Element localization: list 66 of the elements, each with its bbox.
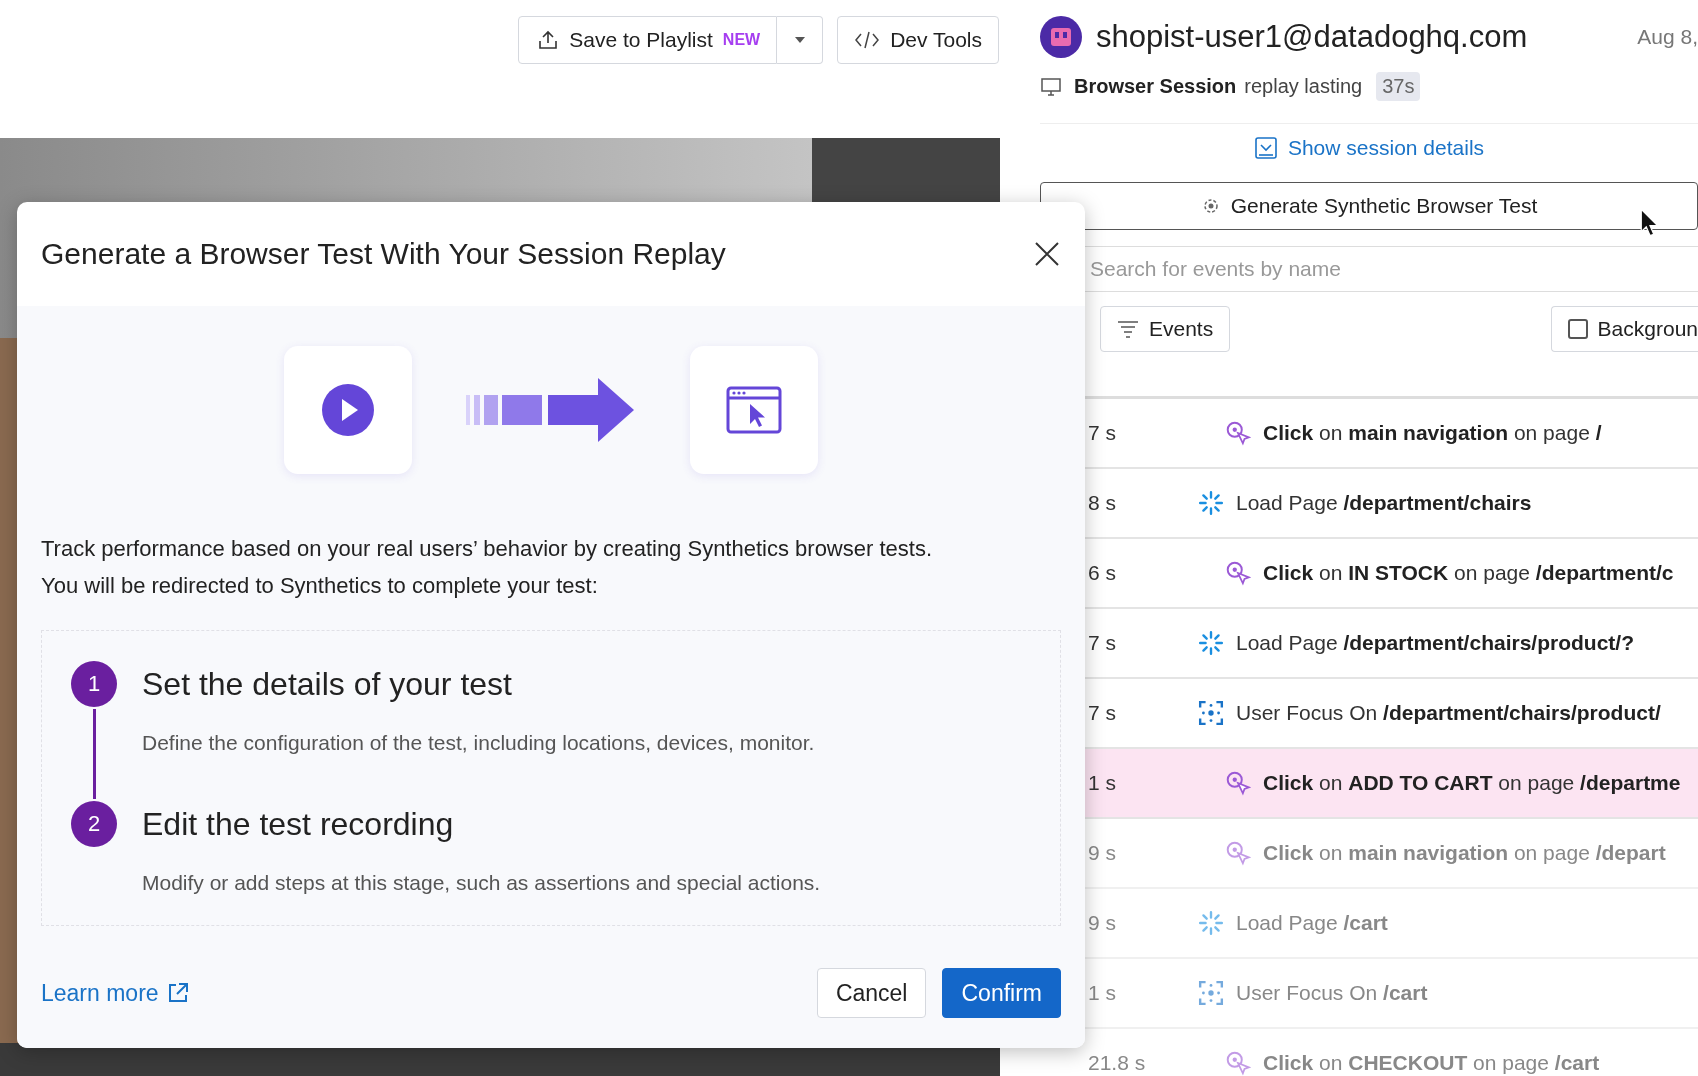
event-time: 8 s [1088, 491, 1117, 515]
click-cursor-icon [1225, 560, 1251, 586]
monitor-icon [1040, 75, 1062, 98]
dialog-title: Generate a Browser Test With Your Session Replay [41, 237, 726, 271]
event-text: User Focus On /cart [1236, 981, 1428, 1005]
avatar-icon [1040, 16, 1082, 58]
event-time: 21.8 s [1088, 1051, 1147, 1075]
new-label: NEW [722, 31, 761, 49]
background-toggle[interactable]: Backgroun [1550, 306, 1698, 352]
click-cursor-icon [1225, 770, 1251, 796]
generate-test-button[interactable]: Generate Synthetic Browser Test [1040, 182, 1698, 230]
step-number: 2 [71, 801, 117, 847]
learn-more-link[interactable]: Learn more [41, 979, 189, 1007]
event-time: 1 s [1088, 771, 1117, 795]
loading-icon [1198, 490, 1224, 516]
dialog-description: Track performance based on your real users’ behavior by creating Synthetics browser tests. You will be redirected to Synthetics to complete your test: [41, 535, 933, 600]
expand-icon [1253, 136, 1278, 160]
click-cursor-icon [1225, 1050, 1251, 1076]
event-text: Click on IN STOCK on page /department/c [1263, 561, 1674, 585]
event-time: 7 s [1088, 631, 1117, 655]
click-cursor-icon [1225, 840, 1251, 866]
save-to-playlist-button[interactable]: Save to Playlist NEW [518, 16, 778, 64]
external-link-icon [166, 982, 189, 1004]
event-time: 7 s [1088, 701, 1117, 725]
confirm-button[interactable]: Confirm [942, 968, 1061, 1018]
browser-window-icon [726, 386, 782, 434]
session-type: Browser Session [1074, 75, 1237, 98]
click-cursor-icon [1225, 420, 1251, 446]
step-title: Set the details of your test [142, 665, 513, 704]
step-title: Edit the test recording [142, 805, 455, 844]
close-icon [1033, 240, 1061, 268]
event-text: Load Page /department/chairs/product/? [1236, 631, 1634, 655]
loading-icon [1198, 910, 1224, 936]
caret-icon [792, 35, 807, 45]
upload-icon [537, 29, 560, 51]
event-time: 6 s [1088, 561, 1117, 585]
user-email: shopist-user1@datadoghq.com [1096, 19, 1529, 55]
step-description: Define the configuration of the test, including locations, devices, monitor. [142, 731, 815, 755]
event-text: Load Page /department/chairs [1236, 491, 1532, 515]
show-session-details-link[interactable]: Show session details [1253, 136, 1485, 160]
event-time: 9 s [1088, 911, 1117, 935]
session-date: Aug 8, [1637, 25, 1698, 49]
event-text: Click on CHECKOUT on page /cart [1263, 1051, 1600, 1075]
focus-icon [1198, 700, 1224, 726]
event-text: Click on main navigation on page /depart [1263, 841, 1666, 865]
session-description: replay lasting [1244, 75, 1363, 98]
step-number: 1 [71, 661, 117, 707]
events-filter-button[interactable]: Events [1100, 306, 1231, 352]
checkbox[interactable] [1567, 319, 1588, 339]
duration-badge: 37s [1376, 72, 1421, 101]
event-text: Click on ADD TO CART on page /departme [1263, 771, 1681, 795]
cancel-button[interactable]: Cancel [816, 968, 927, 1018]
loading-icon [1198, 630, 1224, 656]
filter-icon [1117, 320, 1139, 338]
event-time: 9 s [1088, 841, 1117, 865]
event-text: Load Page /cart [1236, 911, 1388, 935]
play-icon [322, 384, 374, 436]
focus-icon [1198, 980, 1224, 1006]
dev-tools-button[interactable]: Dev Tools [837, 16, 999, 64]
event-time: 7 s [1088, 421, 1117, 445]
arrow-icon [466, 378, 636, 442]
event-text: Click on main navigation on page / [1263, 421, 1602, 445]
event-text: User Focus On /department/chairs/product/ [1236, 701, 1661, 725]
step-description: Modify or add steps at this stage, such as assertions and special actions. [142, 871, 821, 895]
event-time: 1 s [1088, 981, 1117, 1005]
code-icon [854, 30, 881, 50]
